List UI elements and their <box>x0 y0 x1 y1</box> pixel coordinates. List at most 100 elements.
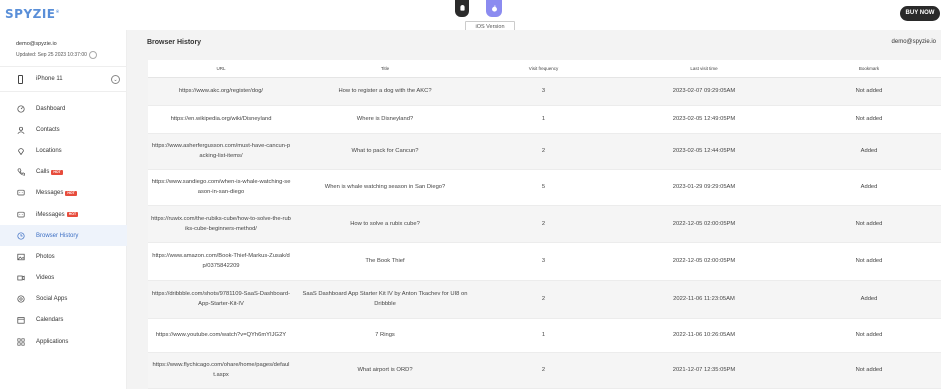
table-row[interactable]: https://www.sandiego.com/when-is-whale-w… <box>148 169 941 206</box>
contacts-icon <box>17 126 25 134</box>
message-icon <box>17 189 25 197</box>
table-row[interactable]: https://www.akc.org/register/dog/How to … <box>148 77 941 106</box>
row-title: 7 Rings <box>294 318 476 353</box>
row-bookmark: Added <box>797 169 941 206</box>
phone-device-icon <box>18 75 23 84</box>
col-visit-frequency: Visit frequency <box>476 60 611 78</box>
account-email: demo@spyzie.io <box>16 41 57 47</box>
row-title: What to pack for Cancun? <box>294 133 476 170</box>
sidebar-item-label: Videos <box>36 275 55 282</box>
col-url: URL <box>148 60 294 78</box>
location-icon <box>17 147 25 155</box>
row-last-visit-time: 2021-12-07 12:35:05PM <box>611 352 797 389</box>
sidebar-item-label: Applications <box>36 338 69 345</box>
table-row[interactable]: https://ruwix.com/the-rubiks-cube/how-to… <box>148 205 941 243</box>
sidebar-item-photos[interactable]: Photos <box>0 246 127 267</box>
device-name: iPhone 11 <box>36 76 63 82</box>
col-bookmark: Bookmark <box>797 60 941 78</box>
app-logo[interactable]: SPYZIE® <box>5 7 60 21</box>
row-url: https://ruwix.com/the-rubiks-cube/how-to… <box>148 205 294 243</box>
row-url: https://www.flychicago.com/ohare/home/pa… <box>148 352 294 389</box>
sidebar: demo@spyzie.io Updated: Sep 25 2023 10:3… <box>0 30 127 389</box>
row-url: https://www.youtube.com/watch?v=QYh6mYIJ… <box>148 318 294 353</box>
col-title: Title <box>294 60 476 78</box>
row-last-visit-time: 2022-11-06 11:23:05AM <box>611 280 797 319</box>
buy-now-button[interactable]: BUY NOW <box>900 6 940 21</box>
sidebar-item-messages[interactable]: Messages HOT <box>0 183 127 204</box>
table-row[interactable]: https://en.wikipedia.org/wiki/Disneyland… <box>148 105 941 134</box>
row-visit-frequency: 2 <box>476 280 611 319</box>
sidebar-item-label: Locations <box>36 147 62 154</box>
row-last-visit-time: 2023-02-05 12:44:05PM <box>611 133 797 170</box>
refresh-icon[interactable] <box>88 51 97 59</box>
sidebar-item-label: Browser History <box>36 232 79 239</box>
row-last-visit-time: 2022-12-05 02:00:05PM <box>611 205 797 243</box>
row-bookmark: Added <box>797 133 941 170</box>
sidebar-item-dashboard[interactable]: Dashboard <box>0 98 127 119</box>
android-icon <box>459 5 465 11</box>
row-url: https://www.sandiego.com/when-is-whale-w… <box>148 169 294 206</box>
row-visit-frequency: 2 <box>476 352 611 389</box>
imessage-icon <box>17 211 25 219</box>
sidebar-item-label: Photos <box>36 253 55 260</box>
row-title: When is whale watching season in San Die… <box>294 169 476 206</box>
history-table: URL Title Visit frequency Last visit tim… <box>148 60 941 389</box>
row-url: https://www.asherfergusson.com/must-have… <box>148 133 294 170</box>
table-row[interactable]: https://www.amazon.com/Book-Thief-Markus… <box>148 242 941 281</box>
col-last-visit-time: Last visit time <box>611 60 797 78</box>
chevron-down-icon[interactable]: ⌄ <box>111 75 120 84</box>
row-bookmark: Not added <box>797 352 941 389</box>
sidebar-item-label: iMessages <box>36 211 65 218</box>
row-title: What airport is ORD? <box>294 352 476 389</box>
table-row[interactable]: https://dribbble.com/shots/9781109-SaaS-… <box>148 280 941 319</box>
sidebar-item-contacts[interactable]: Contacts <box>0 119 127 140</box>
row-title: Where is Disneyland? <box>294 105 476 134</box>
sidebar-item-label: Dashboard <box>36 105 66 112</box>
row-visit-frequency: 3 <box>476 242 611 281</box>
phone-icon <box>17 168 25 176</box>
row-bookmark: Not added <box>797 318 941 353</box>
sidebar-item-label: Messages <box>36 190 64 197</box>
table-row[interactable]: https://www.youtube.com/watch?v=QYh6mYIJ… <box>148 318 941 353</box>
hot-badge: HOT <box>65 190 77 196</box>
android-button[interactable] <box>455 0 469 17</box>
sidebar-item-locations[interactable]: Locations <box>0 140 127 161</box>
device-selector[interactable]: iPhone 11 ⌄ <box>0 66 127 92</box>
sidebar-item-videos[interactable]: Videos <box>0 268 127 289</box>
hot-badge: HOT <box>51 169 63 175</box>
apps-icon <box>17 338 25 346</box>
sidebar-item-calendars[interactable]: Calendars <box>0 310 127 331</box>
table-row[interactable]: https://www.flychicago.com/ohare/home/pa… <box>148 352 941 389</box>
calendar-icon <box>17 316 25 325</box>
sidebar-item-imessages[interactable]: iMessages HOT <box>0 204 127 225</box>
sidebar-item-calls[interactable]: Calls HOT <box>0 162 127 183</box>
row-last-visit-time: 2022-11-06 10:26:05AM <box>611 318 797 353</box>
sidebar-item-social-apps[interactable]: Social Apps <box>0 289 127 310</box>
ios-button[interactable] <box>486 0 502 17</box>
row-visit-frequency: 1 <box>476 105 611 134</box>
video-icon <box>17 274 25 282</box>
row-last-visit-time: 2023-01-29 09:29:05AM <box>611 169 797 206</box>
row-bookmark: Not added <box>797 105 941 134</box>
sidebar-item-label: Calendars <box>36 317 64 324</box>
row-last-visit-time: 2023-02-05 12:49:05PM <box>611 105 797 134</box>
photo-icon <box>17 253 25 261</box>
dashboard-icon <box>17 105 25 113</box>
row-visit-frequency: 5 <box>476 169 611 206</box>
social-icon <box>17 295 25 303</box>
sidebar-nav: Dashboard Contacts Locations Calls HOT Messag… <box>0 98 127 352</box>
sidebar-item-browser-history[interactable]: Browser History <box>0 225 127 247</box>
table-row[interactable]: https://www.asherfergusson.com/must-have… <box>148 133 941 170</box>
row-visit-frequency: 2 <box>476 205 611 243</box>
sidebar-item-applications[interactable]: Applications <box>0 331 127 352</box>
row-title: SaaS Dashboard App Starter Kit IV by Ant… <box>294 280 476 319</box>
top-bar: SPYZIE® iOS Version BUY NOW <box>0 0 941 33</box>
main-content: Browser History demo@spyzie.io URL Title… <box>127 30 941 389</box>
row-last-visit-time: 2023-02-07 09:29:05AM <box>611 77 797 106</box>
sidebar-item-label: Social Apps <box>36 296 68 303</box>
sidebar-item-label: Contacts <box>36 126 60 133</box>
hot-badge: HOT <box>66 212 79 218</box>
row-bookmark: Not added <box>797 77 941 106</box>
row-title: How to register a dog with the AKC? <box>294 77 476 106</box>
user-email: demo@spyzie.io <box>891 39 936 45</box>
